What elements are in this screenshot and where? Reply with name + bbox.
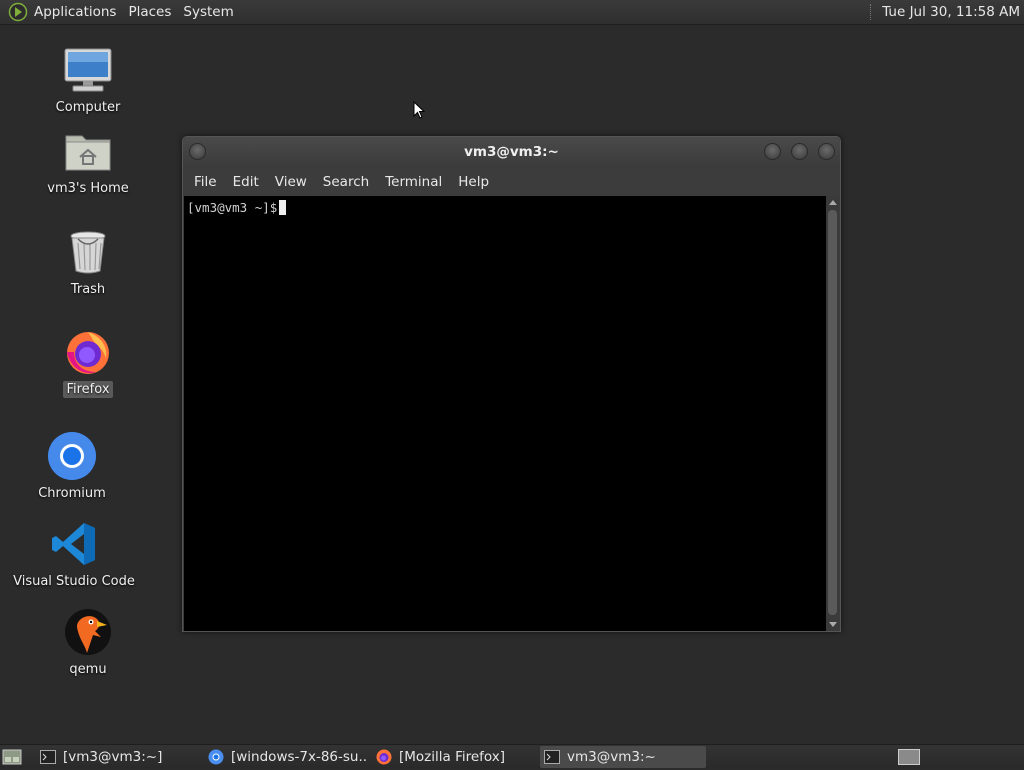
desktop-icon-trash[interactable]: Trash bbox=[18, 226, 158, 298]
desktop-icon-vscode[interactable]: Visual Studio Code bbox=[4, 518, 144, 590]
taskbar-item-chromium[interactable]: [windows-7x-86-su... bbox=[204, 746, 368, 768]
desktop-icon-home[interactable]: vm3's Home bbox=[18, 125, 158, 197]
chromium-icon bbox=[46, 430, 98, 482]
window-titlebar[interactable]: vm3@vm3:~ bbox=[183, 137, 840, 167]
desktop-icon-label: vm3's Home bbox=[47, 181, 129, 196]
text-cursor bbox=[279, 200, 287, 215]
taskbar-item-label: [vm3@vm3:~] bbox=[63, 749, 163, 765]
taskbar-item-label: [windows-7x-86-su... bbox=[231, 749, 368, 765]
scroll-up-arrow-icon[interactable] bbox=[829, 200, 837, 205]
desktop-icon-computer[interactable]: Computer bbox=[18, 44, 158, 116]
places-menu[interactable]: Places bbox=[122, 0, 177, 25]
show-desktop-icon[interactable] bbox=[2, 748, 22, 766]
menu-view[interactable]: View bbox=[267, 174, 315, 190]
menu-edit[interactable]: Edit bbox=[225, 174, 267, 190]
desktop-icon-qemu[interactable]: qemu bbox=[18, 606, 158, 678]
terminal-icon bbox=[544, 749, 560, 765]
window-title: vm3@vm3:~ bbox=[464, 144, 559, 160]
computer-icon bbox=[62, 44, 114, 96]
terminal-window[interactable]: vm3@vm3:~ File Edit View Search Terminal… bbox=[182, 136, 841, 632]
scroll-thumb[interactable] bbox=[828, 210, 837, 615]
terminal-menubar: File Edit View Search Terminal Help bbox=[183, 167, 840, 196]
panel-separator bbox=[870, 4, 874, 20]
vscode-icon bbox=[48, 518, 100, 570]
menu-file[interactable]: File bbox=[186, 174, 225, 190]
menu-search[interactable]: Search bbox=[315, 174, 377, 190]
close-button[interactable] bbox=[818, 143, 835, 160]
bottom-panel: [vm3@vm3:~] [windows-7x-86-su... [Mozill… bbox=[0, 744, 1024, 768]
desktop-icon-label: Trash bbox=[70, 282, 106, 297]
top-panel: Applications Places System Tue Jul 30, 1… bbox=[0, 0, 1024, 25]
workspace-switcher[interactable] bbox=[898, 749, 920, 765]
desktop-icon-label: Computer bbox=[55, 100, 121, 115]
firefox-icon bbox=[376, 749, 392, 765]
desktop-icon-label: Visual Studio Code bbox=[13, 574, 135, 589]
maximize-button[interactable] bbox=[791, 143, 808, 160]
taskbar-item-label: vm3@vm3:~ bbox=[567, 749, 656, 765]
clock[interactable]: Tue Jul 30, 11:58 AM bbox=[882, 4, 1020, 20]
distro-logo-icon[interactable] bbox=[8, 0, 28, 25]
home-folder-icon bbox=[62, 125, 114, 177]
taskbar-item-terminal-2[interactable]: vm3@vm3:~ bbox=[540, 746, 706, 768]
firefox-icon bbox=[62, 326, 114, 378]
desktop-icon-label: Chromium bbox=[38, 486, 106, 501]
trash-icon bbox=[62, 226, 114, 278]
menu-terminal[interactable]: Terminal bbox=[377, 174, 450, 190]
taskbar-item-label: [Mozilla Firefox] bbox=[399, 749, 506, 765]
taskbar-item-firefox[interactable]: [Mozilla Firefox] bbox=[372, 746, 536, 768]
desktop-icon-label: Firefox bbox=[63, 381, 113, 398]
applications-menu[interactable]: Applications bbox=[28, 0, 122, 25]
system-menu[interactable]: System bbox=[177, 0, 239, 25]
chromium-icon bbox=[208, 749, 224, 765]
desktop-icon-firefox[interactable]: Firefox bbox=[18, 326, 158, 398]
terminal-icon bbox=[40, 749, 56, 765]
taskbar-item-terminal-1[interactable]: [vm3@vm3:~] bbox=[36, 746, 200, 768]
desktop-icon-label: qemu bbox=[69, 662, 107, 677]
shell-prompt: [vm3@vm3 ~]$ bbox=[187, 200, 278, 215]
scroll-down-arrow-icon[interactable] bbox=[829, 622, 837, 627]
minimize-button[interactable] bbox=[764, 143, 781, 160]
menu-help[interactable]: Help bbox=[450, 174, 497, 190]
terminal-output[interactable]: [vm3@vm3 ~]$ bbox=[184, 196, 827, 631]
terminal-scrollbar[interactable] bbox=[826, 196, 839, 631]
qemu-icon bbox=[62, 606, 114, 658]
desktop-icon-chromium[interactable]: Chromium bbox=[2, 430, 142, 502]
mouse-pointer-icon bbox=[413, 101, 425, 119]
